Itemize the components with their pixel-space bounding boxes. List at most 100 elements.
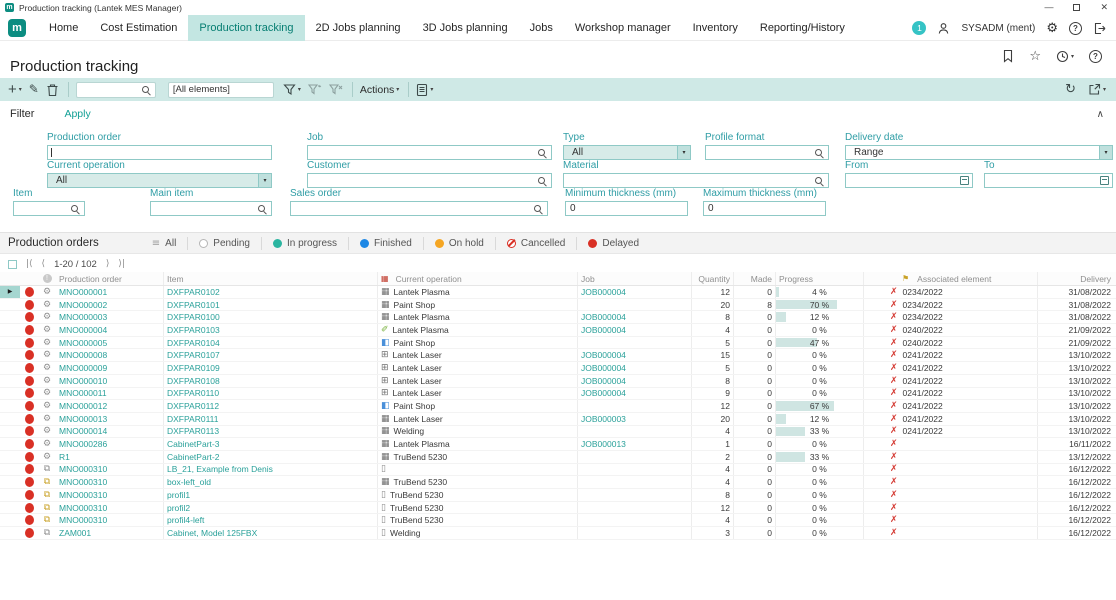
notification-badge[interactable]: 1: [912, 21, 926, 35]
row-selector-cell[interactable]: [0, 413, 20, 425]
table-row[interactable]: ⧉MNO000310LB_21, Example from Denis▯400 …: [0, 464, 1116, 477]
filter-favorite-button[interactable]: [308, 83, 322, 96]
job-link[interactable]: [578, 426, 692, 438]
item-link[interactable]: DXFPAR0111: [164, 413, 378, 425]
menu-item-home[interactable]: Home: [38, 15, 89, 41]
job-link[interactable]: [578, 502, 692, 514]
job-link[interactable]: [578, 489, 692, 501]
item-link[interactable]: profil4-left: [164, 514, 378, 526]
item-link[interactable]: DXFPAR0112: [164, 400, 378, 412]
column-header-associated[interactable]: ⚑Associated element: [864, 272, 1038, 285]
row-selector-cell[interactable]: [0, 426, 20, 438]
page-help-icon[interactable]: ?: [1089, 50, 1102, 63]
order-link[interactable]: MNO000014: [56, 426, 164, 438]
job-link[interactable]: JOB000004: [578, 311, 692, 323]
delete-button[interactable]: [46, 83, 59, 97]
associated-cell[interactable]: ✗0241/2022: [864, 413, 1038, 425]
remove-association-icon[interactable]: ✗: [890, 503, 898, 513]
order-link[interactable]: MNO000011: [56, 388, 164, 400]
remove-association-icon[interactable]: ✗: [890, 464, 898, 474]
job-link[interactable]: JOB000004: [578, 324, 692, 336]
order-link[interactable]: MNO000310: [56, 464, 164, 476]
remove-association-icon[interactable]: ✗: [890, 312, 898, 322]
order-link[interactable]: ZAM001: [56, 527, 164, 539]
remove-association-icon[interactable]: ✗: [890, 426, 898, 436]
job-link[interactable]: JOB000004: [578, 375, 692, 387]
order-link[interactable]: MNO000009: [56, 362, 164, 374]
table-row[interactable]: ⚙MNO000005DXFPAR0104◧Paint Shop5047 %✗02…: [0, 337, 1116, 350]
item-link[interactable]: LB_21, Example from Denis: [164, 464, 378, 476]
settings-gear-icon[interactable]: ⚙: [1046, 22, 1058, 35]
associated-cell[interactable]: ✗: [864, 464, 1038, 476]
remove-association-icon[interactable]: ✗: [890, 338, 898, 348]
filter-apply-link[interactable]: Apply: [64, 108, 90, 120]
order-link[interactable]: MNO000310: [56, 489, 164, 501]
row-selector-cell[interactable]: [0, 299, 20, 311]
job-input[interactable]: [307, 145, 552, 160]
table-row[interactable]: ⚙MNO000014DXFPAR0113▦Welding4033 %✗0241/…: [0, 426, 1116, 439]
logout-icon[interactable]: [1093, 22, 1106, 35]
add-button[interactable]: +▾: [8, 82, 22, 97]
remove-association-icon[interactable]: ✗: [890, 300, 898, 310]
remove-association-icon[interactable]: ✗: [890, 490, 898, 500]
production-order-input[interactable]: [47, 145, 272, 160]
table-row[interactable]: ⧉MNO000310profil4-left▯TruBend 5230400 %…: [0, 514, 1116, 527]
max-thickness-input[interactable]: 0: [703, 201, 826, 216]
item-link[interactable]: DXFPAR0109: [164, 362, 378, 374]
column-header-progress[interactable]: Progress: [776, 272, 864, 285]
select-all-checkbox[interactable]: [8, 260, 17, 269]
remove-association-icon[interactable]: ✗: [890, 363, 898, 373]
first-page-button[interactable]: |⟨: [26, 259, 33, 269]
job-link[interactable]: JOB000003: [578, 413, 692, 425]
column-header-job[interactable]: Job: [578, 272, 692, 285]
row-selector-cell[interactable]: [0, 388, 20, 400]
remove-association-icon[interactable]: ✗: [890, 287, 898, 297]
associated-cell[interactable]: ✗0234/2022: [864, 299, 1038, 311]
associated-cell[interactable]: ✗: [864, 489, 1038, 501]
legend-delayed[interactable]: Delayed: [576, 237, 650, 250]
row-selector-cell[interactable]: [0, 375, 20, 387]
column-header-item[interactable]: Item: [164, 272, 378, 285]
order-link[interactable]: MNO000310: [56, 514, 164, 526]
legend-finished[interactable]: Finished: [348, 237, 423, 250]
lookup-icon[interactable]: [71, 205, 80, 214]
order-link[interactable]: MNO000004: [56, 324, 164, 336]
calendar-icon[interactable]: [1100, 176, 1109, 185]
export-button[interactable]: ▾: [1088, 83, 1106, 96]
associated-cell[interactable]: ✗0234/2022: [864, 311, 1038, 323]
order-link[interactable]: MNO000286: [56, 438, 164, 450]
lookup-icon[interactable]: [815, 177, 824, 186]
minimize-button[interactable]: —: [1044, 3, 1053, 12]
actions-button[interactable]: Actions▾: [360, 84, 399, 96]
menu-item-cost-estimation[interactable]: Cost Estimation: [89, 15, 188, 41]
row-selector-cell[interactable]: [0, 349, 20, 361]
order-link[interactable]: MNO000310: [56, 476, 164, 488]
row-selector-cell[interactable]: [0, 489, 20, 501]
table-row[interactable]: ⚙MNO000011DXFPAR0110⊞Lantek LaserJOB0000…: [0, 388, 1116, 401]
lookup-icon[interactable]: [538, 177, 547, 186]
row-selector-cell[interactable]: [0, 502, 20, 514]
table-row[interactable]: ⚙MNO000008DXFPAR0107⊞Lantek LaserJOB0000…: [0, 349, 1116, 362]
order-link[interactable]: MNO000012: [56, 400, 164, 412]
calendar-icon[interactable]: [960, 176, 969, 185]
table-row[interactable]: ⧉MNO000310profil1▯TruBend 5230800 %✗16/1…: [0, 489, 1116, 502]
remove-association-icon[interactable]: ✗: [890, 388, 898, 398]
row-selector-cell[interactable]: [0, 438, 20, 450]
job-link[interactable]: [578, 451, 692, 463]
column-header-made[interactable]: Made: [734, 272, 776, 285]
order-link[interactable]: MNO000001: [56, 286, 164, 298]
item-link[interactable]: DXFPAR0107: [164, 349, 378, 361]
table-row[interactable]: ⚙MNO000002DXFPAR0101▦Paint Shop20870 %✗0…: [0, 299, 1116, 312]
row-selector-cell[interactable]: [0, 476, 20, 488]
menu-item-3d-jobs-planning[interactable]: 3D Jobs planning: [412, 15, 519, 41]
last-page-button[interactable]: ⟩|: [118, 259, 125, 269]
associated-cell[interactable]: ✗0241/2022: [864, 426, 1038, 438]
table-row[interactable]: ⚙MNO000003DXFPAR0100▦Lantek PlasmaJOB000…: [0, 311, 1116, 324]
next-page-button[interactable]: ⟩: [106, 259, 110, 269]
associated-cell[interactable]: ✗0240/2022: [864, 337, 1038, 349]
material-input[interactable]: [563, 173, 829, 188]
column-header-delivery[interactable]: Delivery: [1038, 272, 1116, 285]
associated-cell[interactable]: ✗: [864, 438, 1038, 450]
job-link[interactable]: JOB000004: [578, 349, 692, 361]
order-link[interactable]: MNO000008: [56, 349, 164, 361]
